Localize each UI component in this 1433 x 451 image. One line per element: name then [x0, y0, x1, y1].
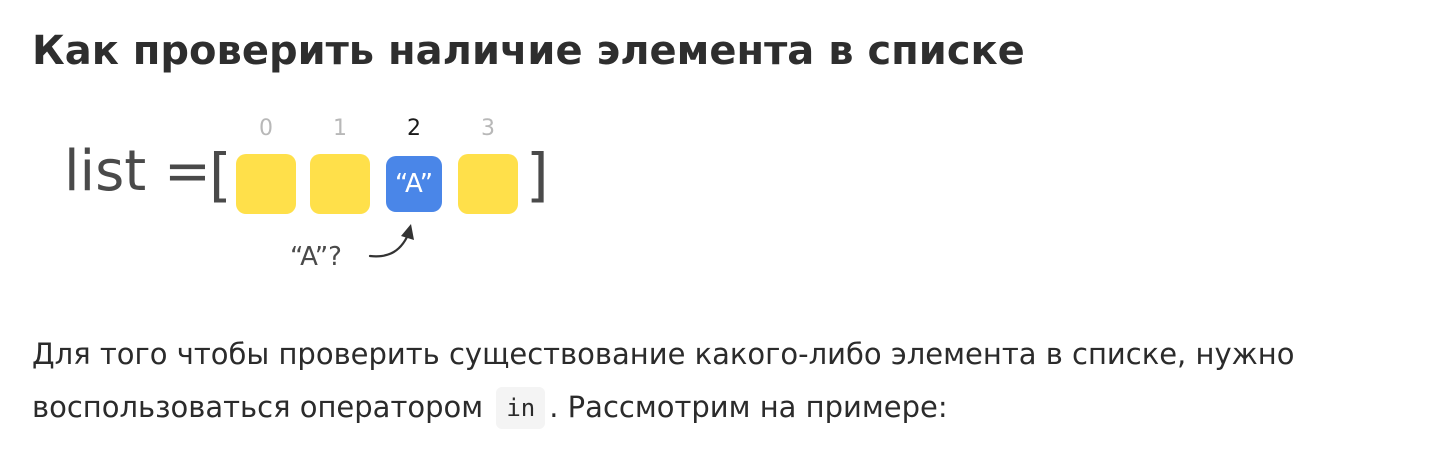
query-label: “A”? — [290, 242, 342, 272]
list-cell — [458, 154, 518, 214]
index-label: 3 — [481, 116, 495, 141]
index-label: 0 — [259, 116, 273, 141]
index-label-highlighted: 2 — [407, 116, 421, 141]
list-label: list = — [64, 139, 211, 204]
curved-arrow-icon — [368, 224, 414, 258]
description-paragraph: Для того чтобы проверить существование к… — [32, 328, 1412, 434]
list-cell — [310, 154, 370, 214]
close-bracket: ] — [526, 141, 549, 209]
list-cell — [236, 154, 296, 214]
open-bracket: [ — [209, 141, 232, 209]
paragraph-text: . Рассмотрим на примере: — [549, 390, 948, 424]
inline-code: in — [496, 387, 546, 429]
list-diagram: list = [ 0 1 2 3 “A” ] “A”? — [0, 0, 600, 300]
index-label: 1 — [333, 116, 347, 141]
list-cell-highlighted: “A” — [386, 156, 442, 212]
